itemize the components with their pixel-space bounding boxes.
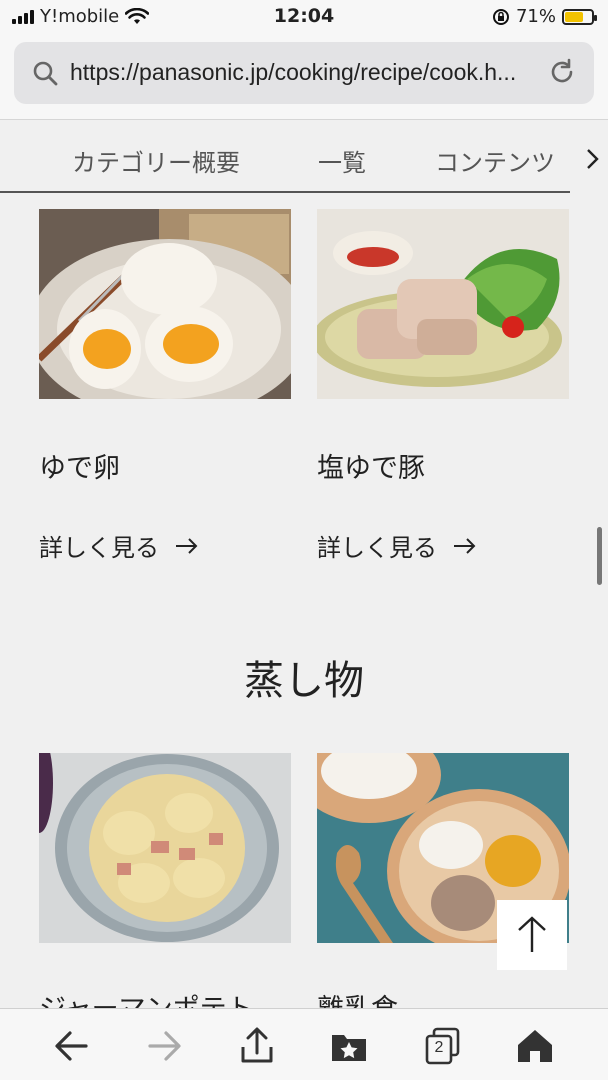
chevron-right-icon[interactable] xyxy=(582,147,602,171)
tab-list[interactable]: 一覧 xyxy=(318,143,366,178)
card-title-salted-pork[interactable]: 塩ゆで豚 xyxy=(317,446,425,485)
bookmarks-icon[interactable] xyxy=(330,1027,368,1065)
nav-divider xyxy=(0,191,570,193)
forward-icon[interactable] xyxy=(146,1027,184,1065)
arrow-up-icon xyxy=(518,916,546,952)
battery-percent: 71% xyxy=(515,6,556,27)
search-icon xyxy=(33,61,58,86)
details-link-salted-pork[interactable]: 詳しく見る xyxy=(317,528,477,563)
card-title-boiled-egg[interactable]: ゆで卵 xyxy=(39,446,120,485)
tab-contents[interactable]: コンテンツ xyxy=(435,143,563,178)
back-icon[interactable] xyxy=(52,1027,90,1065)
browser-toolbar: 2 xyxy=(0,1008,608,1080)
share-icon[interactable] xyxy=(238,1027,276,1065)
status-bar: Y!mobile 12:04 71% xyxy=(0,0,608,34)
section-title-steamed: 蒸し物 xyxy=(244,658,364,704)
address-bar[interactable]: https://panasonic.jp/cooking/recipe/cook… xyxy=(14,42,594,104)
category-nav: カテゴリー概要 一覧 コンテンツ xyxy=(0,121,608,193)
details-link-label: 詳しく見る xyxy=(317,534,437,562)
rotation-lock-icon xyxy=(492,8,509,25)
card-image-german-potato[interactable] xyxy=(39,753,291,943)
battery-icon xyxy=(562,8,597,25)
url-text[interactable]: https://panasonic.jp/cooking/recipe/cook… xyxy=(70,59,550,86)
details-link-boiled-egg[interactable]: 詳しく見る xyxy=(39,528,199,563)
card-image-boiled-egg[interactable] xyxy=(39,209,291,399)
tabs-icon[interactable]: 2 xyxy=(424,1027,462,1065)
scrollbar[interactable] xyxy=(597,527,602,585)
arrow-right-icon xyxy=(176,537,198,554)
browser-header: https://panasonic.jp/cooking/recipe/cook… xyxy=(0,34,608,120)
arrow-right-icon xyxy=(454,537,476,554)
details-link-label: 詳しく見る xyxy=(39,534,159,562)
back-to-top-button[interactable] xyxy=(497,900,567,970)
tab-category-overview[interactable]: カテゴリー概要 xyxy=(72,143,240,178)
reload-icon[interactable] xyxy=(548,58,576,86)
home-icon[interactable] xyxy=(516,1027,554,1065)
card-image-salted-pork[interactable] xyxy=(317,209,569,399)
tab-count: 2 xyxy=(434,1039,444,1056)
